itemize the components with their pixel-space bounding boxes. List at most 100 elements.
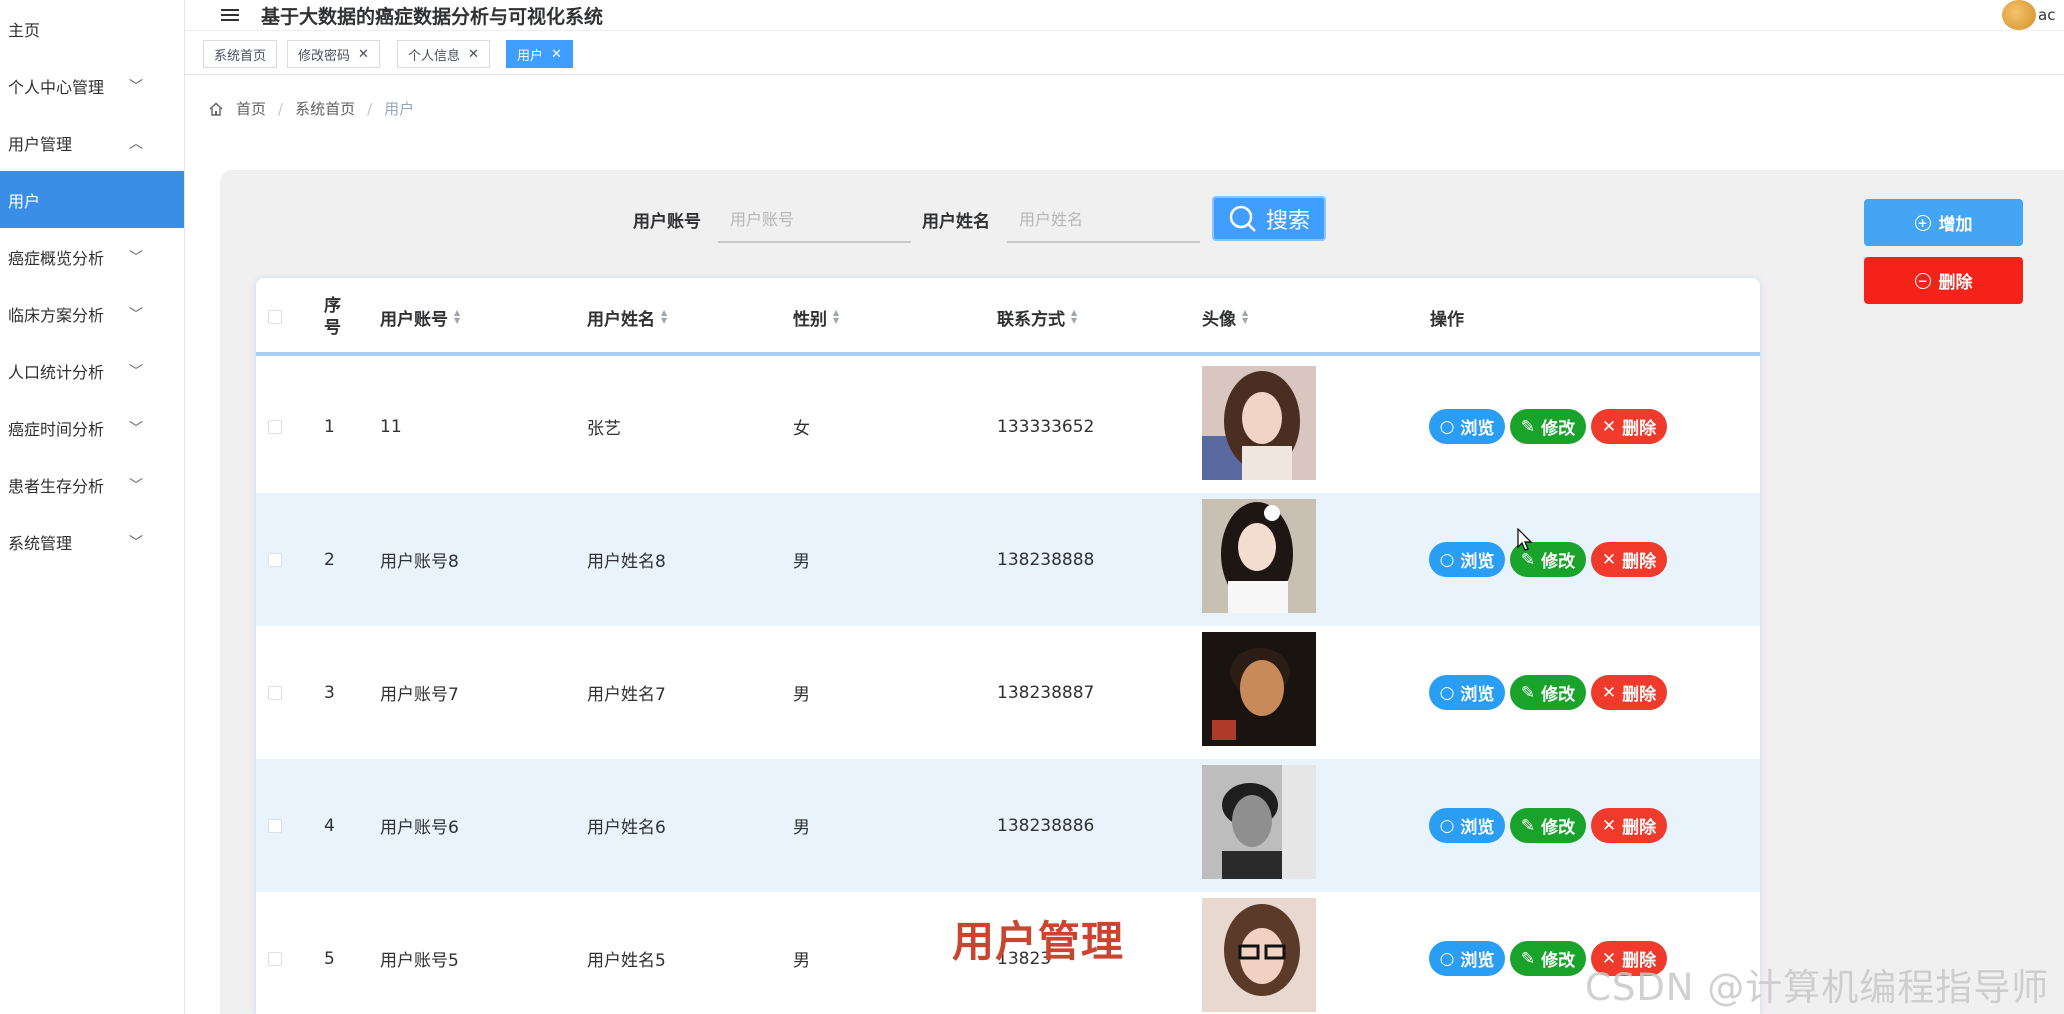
sort-icon[interactable]: ▲ ▼: [833, 309, 839, 325]
avatar-photo[interactable]: [1202, 632, 1316, 746]
header-gender[interactable]: 性别 ▲ ▼: [793, 278, 839, 356]
avatar-photo[interactable]: [1202, 898, 1316, 1012]
close-icon: ✕: [1601, 682, 1617, 703]
search-icon: ○: [1439, 682, 1455, 703]
header-gender-label: 性别: [793, 309, 827, 330]
sidebar-item-cancer-time[interactable]: 癌症时间分析 ﹀: [0, 399, 184, 456]
sidebar-item-personal-center[interactable]: 个人中心管理 ﹀: [0, 57, 184, 114]
close-icon: ✕: [1601, 416, 1617, 437]
plus-circle-icon: +: [1914, 214, 1931, 231]
sidebar-item-system-management[interactable]: 系统管理 ﹀: [0, 513, 184, 570]
sort-icon[interactable]: ▲ ▼: [661, 309, 667, 325]
row-checkbox[interactable]: [268, 419, 282, 434]
sidebar-item-label: 癌症时间分析: [8, 419, 105, 439]
cell-account: 用户账号7: [380, 685, 459, 705]
header-name[interactable]: 用户姓名 ▲ ▼: [587, 278, 667, 356]
sidebar-item-home[interactable]: 主页: [0, 0, 184, 57]
edit-button[interactable]: ✎ 修改: [1510, 409, 1586, 444]
table-row: 2 用户账号8 用户姓名8 男 138238888 ○ 浏览 ✎ 修改 ✕ 删除: [256, 493, 1760, 626]
delete-button-label: 删除: [1622, 552, 1657, 572]
cell-name: 张艺: [587, 419, 621, 439]
row-checkbox[interactable]: [268, 552, 282, 567]
header-phone[interactable]: 联系方式 ▲ ▼: [997, 278, 1077, 356]
delete-button[interactable]: ✕ 删除: [1591, 808, 1667, 843]
chevron-down-icon: ﹀: [129, 306, 143, 323]
view-button-label: 浏览: [1460, 552, 1495, 572]
delete-button[interactable]: ✕ 删除: [1591, 542, 1667, 577]
header-avatar[interactable]: 头像 ▲ ▼: [1202, 278, 1248, 356]
breadcrumb-system-home[interactable]: 系统首页: [295, 98, 355, 119]
home-icon: [208, 101, 224, 117]
chevron-down-icon: ﹀: [129, 249, 143, 266]
chevron-down-icon: ﹀: [129, 534, 143, 551]
header-index-line2: 号: [324, 318, 341, 338]
tab-users[interactable]: 用户 ✕: [506, 40, 573, 68]
avatar-photo[interactable]: [1202, 765, 1316, 879]
overlay-title: 用户管理: [952, 917, 1125, 966]
sidebar-item-demographics[interactable]: 人口统计分析 ﹀: [0, 342, 184, 399]
edit-button[interactable]: ✎ 修改: [1510, 675, 1586, 710]
avatar-photo[interactable]: [1202, 499, 1316, 613]
tab-change-password[interactable]: 修改密码 ✕: [287, 40, 380, 68]
sort-icon[interactable]: ▲ ▼: [454, 309, 460, 325]
sidebar-item-user-management[interactable]: 用户管理 ︿: [0, 114, 184, 171]
row-checkbox[interactable]: [268, 818, 282, 833]
user-avatar[interactable]: [2002, 0, 2036, 30]
breadcrumb-separator: /: [367, 99, 373, 118]
row-checkbox[interactable]: [268, 951, 282, 966]
sidebar-item-clinical-plan[interactable]: 临床方案分析 ﹀: [0, 285, 184, 342]
account-search-input[interactable]: [718, 198, 911, 243]
tab-personal-info[interactable]: 个人信息 ✕: [397, 40, 490, 68]
header-account-label: 用户账号: [380, 309, 448, 330]
add-button-label: 增加: [1938, 215, 1973, 235]
cell-index: 5: [324, 948, 335, 969]
select-all-checkbox[interactable]: [268, 310, 282, 324]
batch-delete-button[interactable]: − 删除: [1864, 257, 2023, 304]
view-button[interactable]: ○ 浏览: [1429, 675, 1505, 710]
view-button[interactable]: ○ 浏览: [1429, 542, 1505, 577]
search-button[interactable]: 搜索: [1212, 196, 1326, 241]
table-row: 1 11 张艺 女 133333652 ○ 浏览 ✎ 修改 ✕ 删除: [256, 360, 1760, 493]
delete-button[interactable]: ✕ 删除: [1591, 675, 1667, 710]
table-row: 3 用户账号7 用户姓名7 男 138238887 ○ 浏览 ✎ 修改 ✕ 删除: [256, 626, 1760, 759]
edit-icon: ✎: [1520, 682, 1536, 703]
cell-gender: 男: [793, 951, 810, 971]
add-button[interactable]: + 增加: [1864, 199, 2023, 246]
view-button-label: 浏览: [1460, 419, 1495, 439]
edit-button[interactable]: ✎ 修改: [1510, 941, 1586, 976]
view-button-label: 浏览: [1460, 685, 1495, 705]
sidebar-item-patient-survival[interactable]: 患者生存分析 ﹀: [0, 456, 184, 513]
delete-button-label: 删除: [1622, 685, 1657, 705]
close-icon[interactable]: ✕: [468, 47, 479, 62]
sidebar-item-label: 癌症概览分析: [8, 248, 105, 268]
close-icon[interactable]: ✕: [551, 47, 562, 62]
sidebar-item-label: 临床方案分析: [8, 305, 105, 325]
header-account[interactable]: 用户账号 ▲ ▼: [380, 278, 460, 356]
avatar-photo[interactable]: [1202, 366, 1316, 480]
user-name[interactable]: ac: [2038, 6, 2064, 24]
delete-button[interactable]: ✕ 删除: [1591, 409, 1667, 444]
chevron-down-icon: ﹀: [129, 420, 143, 437]
breadcrumb-home[interactable]: 首页: [236, 98, 266, 119]
cell-index: 4: [324, 815, 335, 836]
edit-button[interactable]: ✎ 修改: [1510, 808, 1586, 843]
view-button[interactable]: ○ 浏览: [1429, 409, 1505, 444]
sidebar-item-users[interactable]: 用户: [0, 171, 184, 228]
mouse-cursor-icon: [1517, 528, 1533, 551]
view-button[interactable]: ○ 浏览: [1429, 941, 1505, 976]
close-icon[interactable]: ✕: [358, 47, 369, 62]
view-button[interactable]: ○ 浏览: [1429, 808, 1505, 843]
cell-gender: 男: [793, 685, 810, 705]
menu-toggle-icon[interactable]: [221, 9, 239, 21]
sort-icon[interactable]: ▲ ▼: [1242, 309, 1248, 325]
tab-label: 用户: [517, 48, 544, 64]
row-checkbox[interactable]: [268, 685, 282, 700]
tab-label: 系统首页: [214, 48, 267, 64]
sort-icon[interactable]: ▲ ▼: [1071, 309, 1077, 325]
breadcrumb-separator: /: [278, 99, 284, 118]
tab-system-home[interactable]: 系统首页: [203, 40, 278, 68]
cell-account: 用户账号8: [380, 552, 459, 572]
cell-account: 用户账号5: [380, 951, 459, 971]
name-search-input[interactable]: [1007, 198, 1200, 243]
sidebar-item-cancer-overview[interactable]: 癌症概览分析 ﹀: [0, 228, 184, 285]
